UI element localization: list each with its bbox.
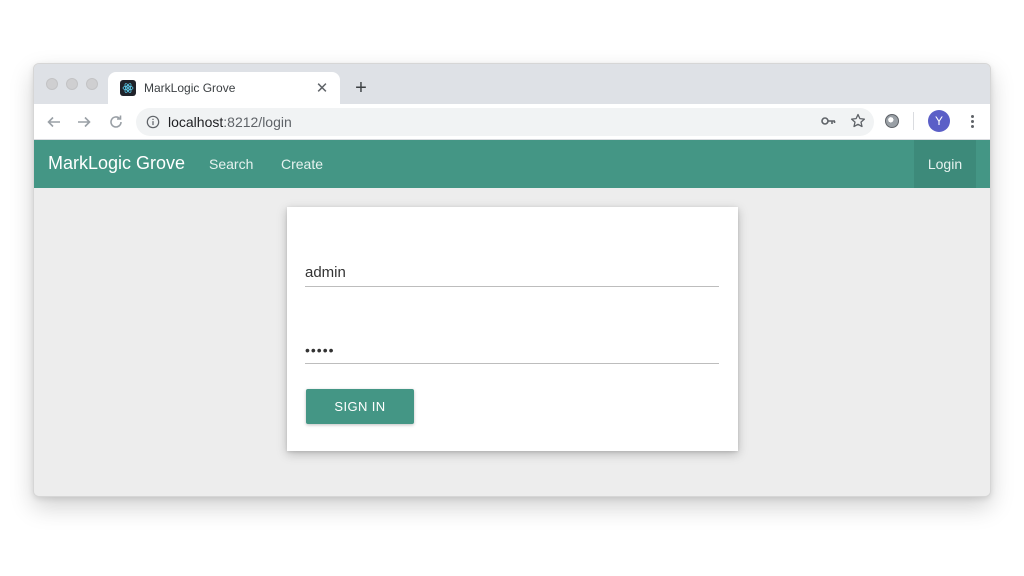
url-host: localhost [168,114,224,130]
tab-strip: MarkLogic Grove ✕ + [34,64,990,104]
profile-avatar[interactable]: Y [928,110,950,132]
username-input[interactable] [305,253,719,286]
browser-menu-icon[interactable] [964,113,980,129]
react-favicon-icon [120,80,136,96]
key-icon[interactable] [820,113,836,129]
url-path: :8212/login [223,114,292,130]
minimize-window-button[interactable] [66,78,78,90]
nav-create-link[interactable]: Create [281,156,323,172]
url-text: localhost:8212/login [168,114,292,130]
app-brand[interactable]: MarkLogic Grove [48,153,185,174]
info-icon[interactable] [146,115,160,129]
star-bookmark-icon[interactable] [850,113,866,129]
extension-icon[interactable] [885,114,899,128]
forward-arrow-icon[interactable] [74,112,94,132]
nav-search-link[interactable]: Search [209,156,253,172]
toolbar-divider [913,112,914,130]
tab-close-icon[interactable]: ✕ [312,78,332,98]
new-tab-button[interactable]: + [350,78,372,100]
address-bar[interactable]: localhost:8212/login [136,108,874,136]
page-content: SIGN IN [34,188,990,496]
browser-window: MarkLogic Grove ✕ + localhost:8212/login [33,63,991,497]
tab-marklogic-grove[interactable]: MarkLogic Grove ✕ [108,72,340,104]
app-navbar: MarkLogic Grove Search Create Login [34,140,990,188]
sign-in-button[interactable]: SIGN IN [306,389,414,424]
back-arrow-icon[interactable] [44,112,64,132]
password-input[interactable] [305,330,719,363]
tab-title: MarkLogic Grove [144,81,236,95]
maximize-window-button[interactable] [86,78,98,90]
username-field-wrapper [305,253,719,287]
browser-toolbar: localhost:8212/login Y [34,104,990,140]
reload-icon[interactable] [106,112,126,132]
nav-login-link[interactable]: Login [914,140,976,188]
close-window-button[interactable] [46,78,58,90]
login-card: SIGN IN [287,207,738,451]
password-field-wrapper [305,330,719,364]
